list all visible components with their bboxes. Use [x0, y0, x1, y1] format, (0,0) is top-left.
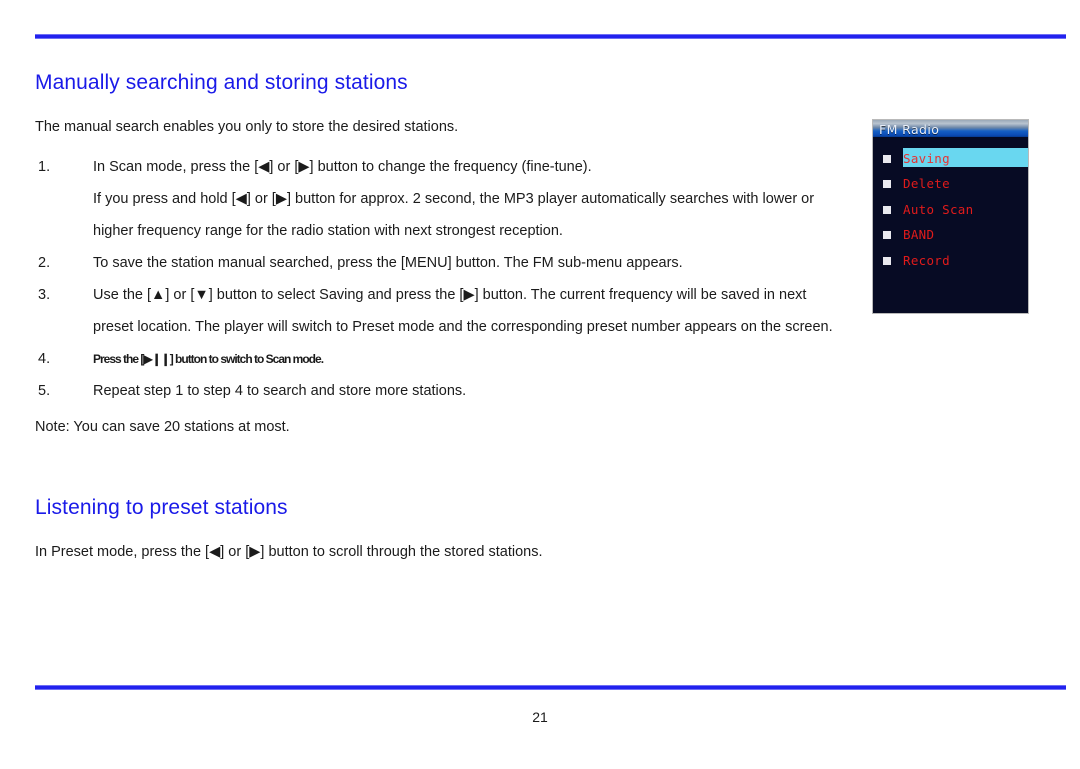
- device-menu-item-label: BAND: [903, 227, 935, 243]
- device-menu-item-label: Delete: [903, 176, 950, 192]
- device-menu-item-band[interactable]: BAND: [873, 223, 1028, 249]
- page-number: 21: [532, 709, 548, 725]
- step-text-line: To save the station manual searched, pre…: [93, 255, 683, 271]
- step-number: 1.: [38, 159, 51, 175]
- device-menu-item-label: Record: [903, 252, 950, 268]
- step-text-line: In Scan mode, press the [◀] or [▶] butto…: [93, 159, 592, 175]
- step-text-line: Repeat step 1 to step 4 to search and st…: [93, 383, 467, 399]
- device-menu-item-saving[interactable]: Saving: [873, 146, 1028, 172]
- note-text: Note: You can save 20 stations at most.: [35, 419, 290, 435]
- section-intro-manual-search: The manual search enables you only to st…: [35, 119, 459, 135]
- menu-bullet-icon: [883, 180, 891, 189]
- device-menu-item-delete[interactable]: Delete: [873, 172, 1028, 198]
- document-page: Manually searching and storing stations …: [0, 0, 1080, 769]
- step-text-line: higher frequency range for the radio sta…: [93, 223, 563, 239]
- device-menu-item-label: Auto Scan: [903, 201, 974, 217]
- section-intro-listening-preset: In Preset mode, press the [◀] or [▶] but…: [35, 544, 543, 560]
- device-menu-item-record[interactable]: Record: [873, 248, 1028, 274]
- step-text-line: Use the [▲] or [▼] button to select Savi…: [93, 287, 807, 303]
- menu-bullet-icon: [883, 154, 891, 163]
- step-number: 4.: [38, 351, 51, 367]
- header-rule: [35, 34, 1066, 39]
- steps-list-manual-search: 1. In Scan mode, press the [◀] or [▶] bu…: [35, 151, 850, 407]
- step-item: 4. Press the [▶❙❙] button to switch to S…: [35, 343, 850, 375]
- step-item: 3. Use the [▲] or [▼] button to select S…: [35, 279, 850, 343]
- device-screen-fm-radio-menu: FM Radio Saving Delete Auto Scan BAND Re…: [872, 119, 1029, 314]
- step-text-line: Press the [▶❙❙] button to switch to Scan…: [93, 352, 324, 366]
- step-number: 5.: [38, 383, 51, 399]
- device-menu-item-auto-scan[interactable]: Auto Scan: [873, 197, 1028, 223]
- section-heading-manual-search: Manually searching and storing stations: [35, 71, 408, 94]
- device-menu-list: Saving Delete Auto Scan BAND Record: [873, 140, 1028, 274]
- device-titlebar: FM Radio: [873, 120, 1028, 140]
- step-number: 2.: [38, 255, 51, 271]
- step-text-line: If you press and hold [◀] or [▶] button …: [93, 191, 815, 207]
- page-content: Manually searching and storing stations …: [35, 70, 850, 562]
- step-number: 3.: [38, 287, 51, 303]
- menu-bullet-icon: [883, 231, 891, 240]
- menu-bullet-icon: [883, 256, 891, 265]
- device-screen-title: FM Radio: [879, 122, 940, 137]
- footer-rule: [35, 685, 1066, 690]
- section-heading-listening-preset: Listening to preset stations: [35, 496, 288, 519]
- step-item: 5. Repeat step 1 to step 4 to search and…: [35, 375, 850, 407]
- step-item: 1. In Scan mode, press the [◀] or [▶] bu…: [35, 151, 850, 247]
- device-menu-item-label: Saving: [903, 150, 950, 166]
- menu-bullet-icon: [883, 205, 891, 214]
- step-item: 2. To save the station manual searched, …: [35, 247, 850, 279]
- step-text-line: preset location. The player will switch …: [93, 319, 833, 335]
